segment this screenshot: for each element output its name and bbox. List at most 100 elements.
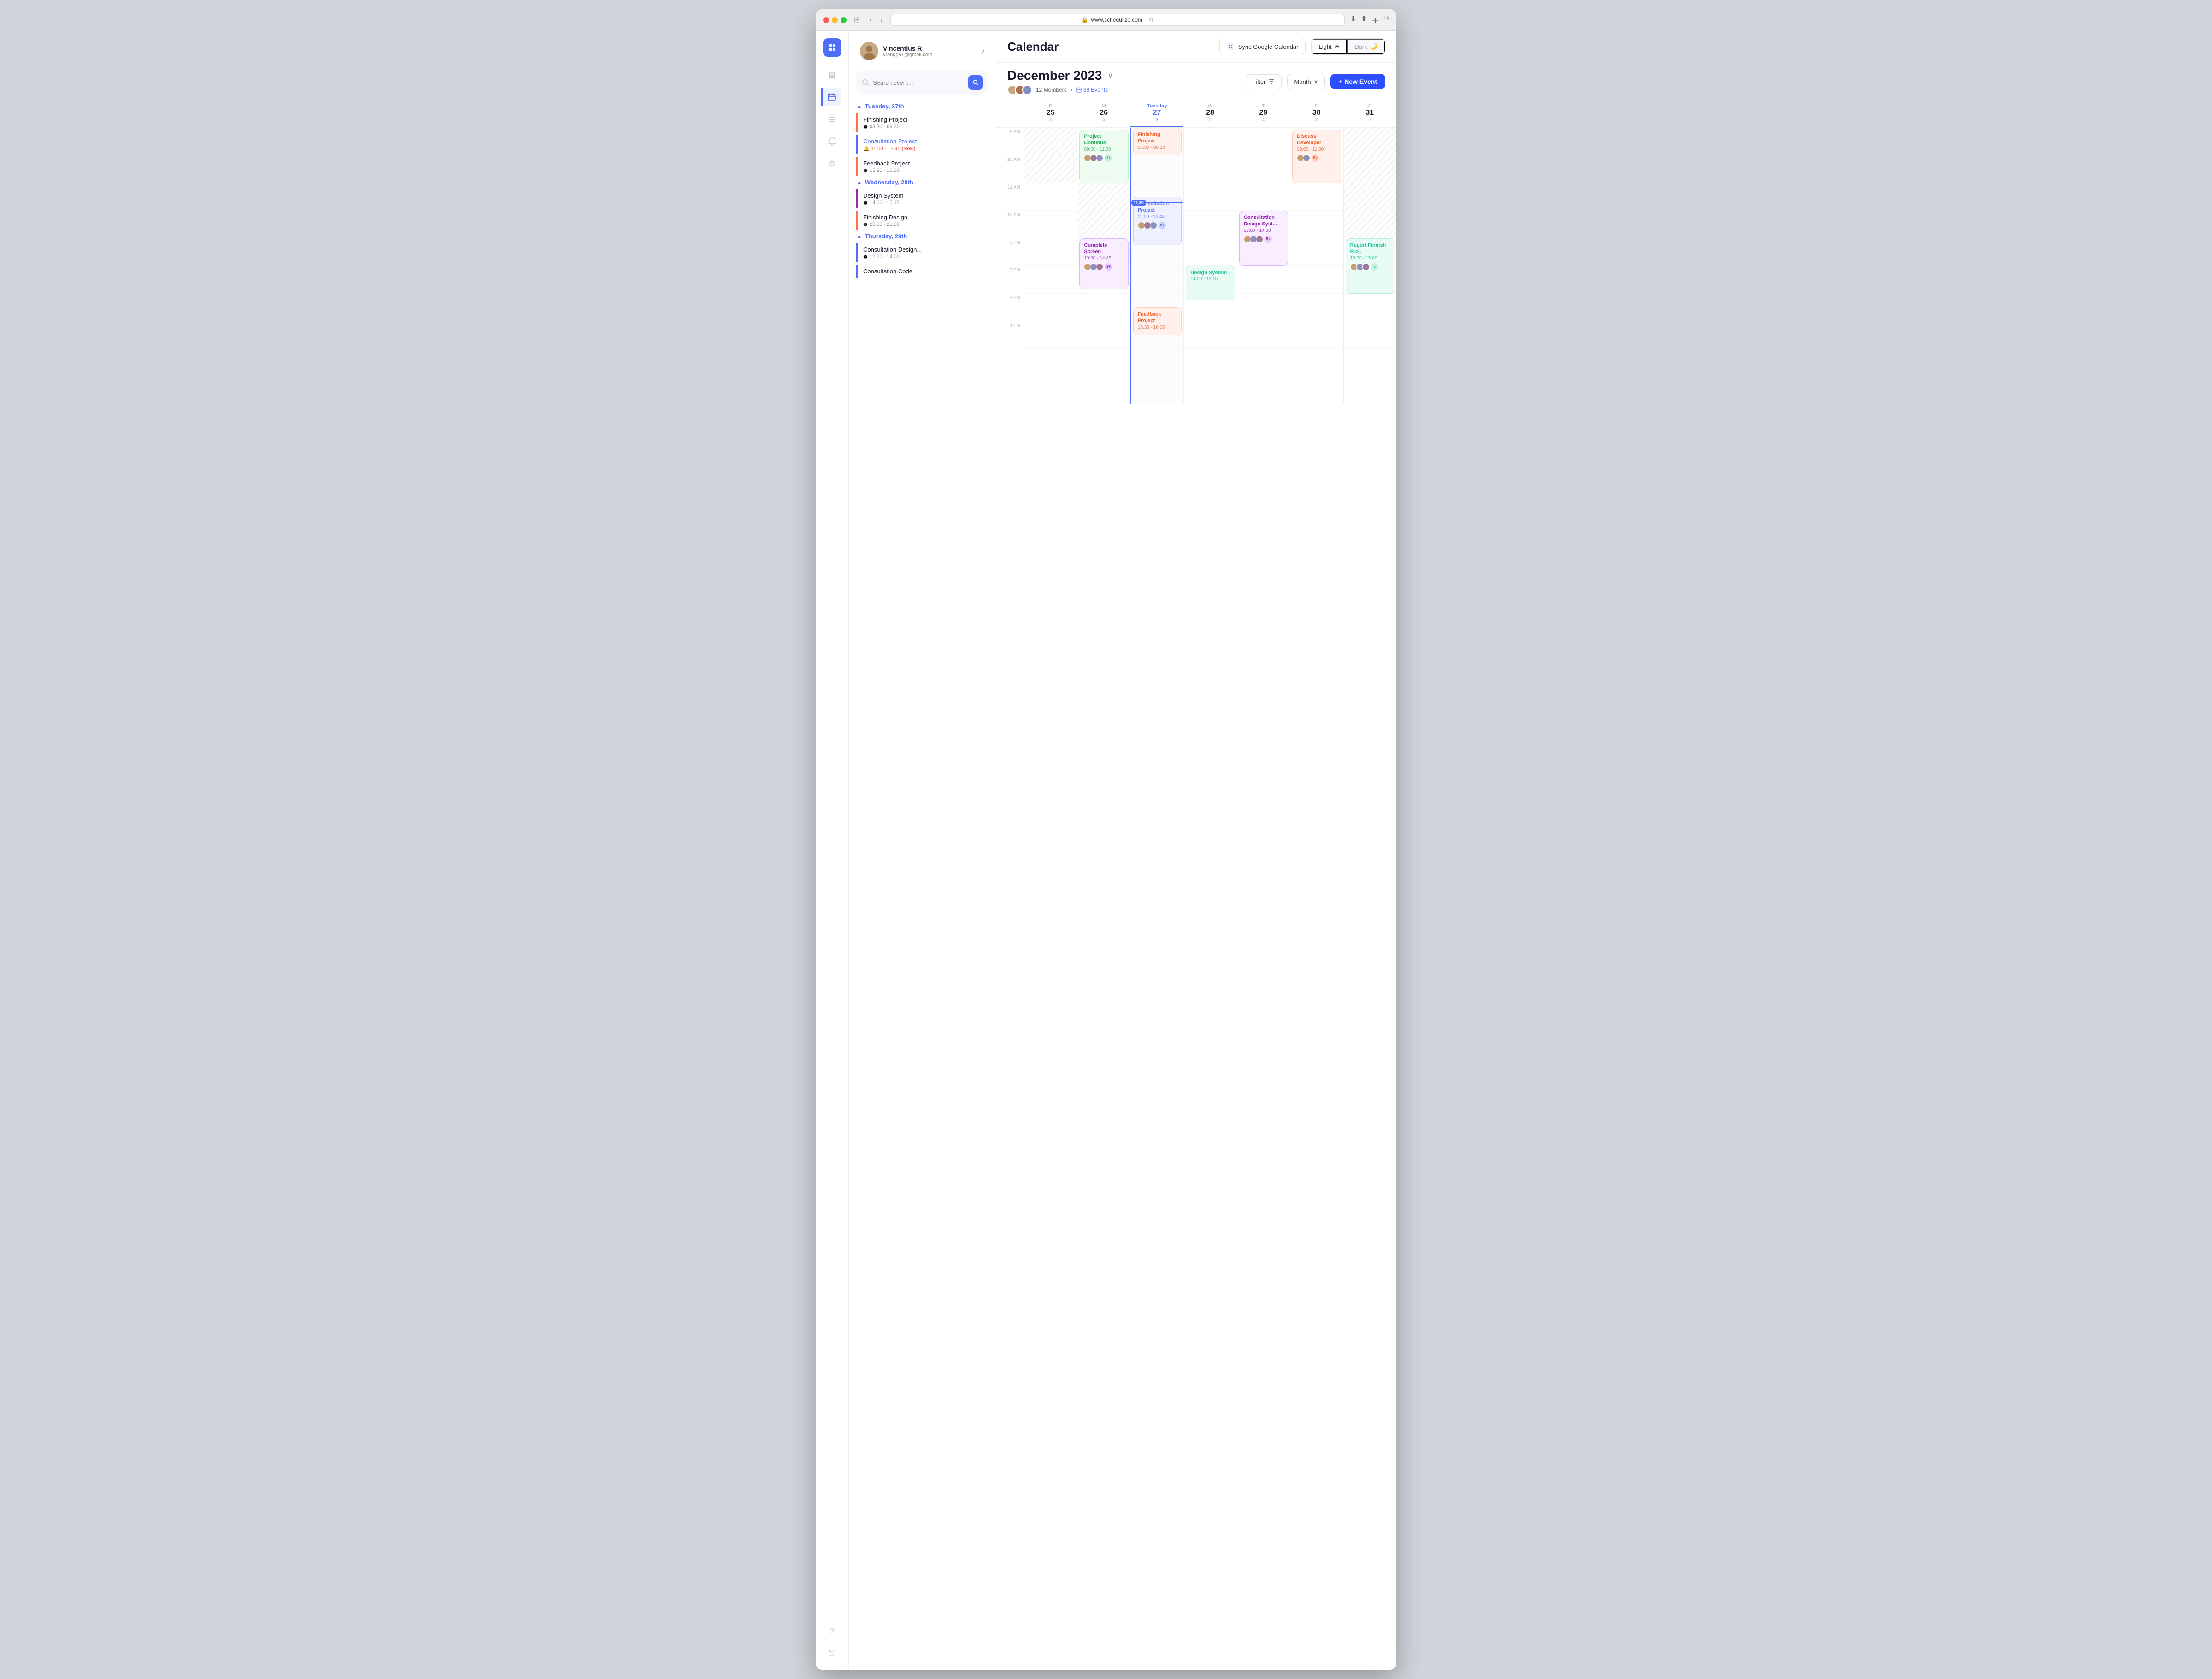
calendar-body[interactable]: 9 AM 10 AM 11 AM 12 AM 1 PM 2 PM 3 PM 4 … <box>996 128 1396 1670</box>
new-tab-icon[interactable]: ＋ <box>1372 14 1379 25</box>
hour-block <box>1024 183 1077 211</box>
day-header-tuesday[interactable]: ▲ Tuesday, 27th <box>856 103 988 110</box>
event-title: Finishing Design <box>863 214 988 221</box>
traffic-lights <box>823 17 847 23</box>
sidebar-event-design-system[interactable]: Design System 14.00 - 15.15 <box>856 189 988 208</box>
user-info: Vincentius R vrangga1@gmail.com <box>883 45 976 58</box>
month-title: December 2023 <box>1007 68 1102 83</box>
event-hours: 14:00 - 15:15 <box>1190 277 1230 282</box>
search-input[interactable] <box>873 79 965 86</box>
day-col-sat25 <box>1024 128 1077 404</box>
sidebar-event-consultation-project[interactable]: Consultation Project 🔔 11.00 - 12.45 (No… <box>856 135 988 154</box>
sidebar-day-group-tuesday: ▲ Tuesday, 27th Finishing Project 08.30 … <box>856 103 988 176</box>
hour-block <box>1344 183 1396 211</box>
col-header-sat25: S 25 3 <box>1024 100 1077 127</box>
event-feedback-project[interactable]: Feedback Project 15.30 - 16.00 <box>1133 307 1182 335</box>
new-event-button[interactable]: + New Event <box>1330 74 1385 89</box>
hour-block <box>1184 128 1236 155</box>
hour-block <box>1344 211 1396 238</box>
hour-block <box>1131 266 1183 294</box>
main-header: Calendar Sync Google Calendar Light ☀ Da… <box>996 31 1396 63</box>
tabs-icon[interactable]: ⧉ <box>1384 14 1389 25</box>
event-title: Consultation Code <box>863 268 988 275</box>
time-label-9am: 9 AM <box>996 128 1024 155</box>
light-theme-button[interactable]: Light ☀ <box>1312 39 1347 54</box>
sun-icon: ☀ <box>1335 43 1340 50</box>
hour-block <box>1184 238 1236 266</box>
event-name: Discuss Developer <box>1297 133 1336 147</box>
event-discuss-developer[interactable]: Discuss Developer 09:00 - 11.00 5+ <box>1292 130 1341 183</box>
header-actions: Sync Google Calendar Light ☀ Dark 🌙 <box>1219 38 1385 55</box>
sidebar-event-consultation-code[interactable]: Consultation Code <box>856 265 988 278</box>
new-event-label: + New Event <box>1339 78 1377 85</box>
day-label-tuesday: Tuesday, 27th <box>865 103 904 110</box>
app-logo[interactable] <box>823 38 841 57</box>
url-bar[interactable]: 🔒 www.schedulize.com ↻ <box>890 14 1345 26</box>
icon-sidebar: ⊞ ⚙ ? ⎋ <box>816 31 849 1670</box>
time-label-12am: 12 AM <box>996 211 1024 238</box>
hour-block <box>1077 294 1130 321</box>
sidebar-toggle-button[interactable]: ⊞ <box>852 14 862 25</box>
event-finishing-project[interactable]: Finishing Project 08.30 - 09.30 <box>1133 128 1182 155</box>
sidebar-event-finishing-project[interactable]: Finishing Project 08.30 - 09.30 <box>856 113 988 132</box>
event-hours: 13:00 - 15:00 <box>1350 256 1390 261</box>
sidebar-item-logout[interactable]: ⎋ <box>823 1644 841 1662</box>
filter-button[interactable]: Filter <box>1246 74 1282 89</box>
share-icon[interactable]: ⬆ <box>1361 14 1367 25</box>
calendar-month-info: December 2023 ∨ 12 Members 3 <box>1007 68 1113 95</box>
search-icon <box>862 79 869 86</box>
event-time: 08.30 - 09.30 <box>863 124 988 130</box>
hour-block <box>1024 211 1077 238</box>
event-consultation-project[interactable]: Consultation Project 11:00 - 12:45 5+ <box>1133 197 1182 245</box>
app-layout: ⊞ ⚙ ? ⎋ Vincentius R <box>816 31 1396 1670</box>
event-title: Finishing Project <box>863 116 988 123</box>
events-count: 38 Events <box>1076 87 1108 93</box>
col-header-tue27: Tuesday 27 3 <box>1130 100 1183 127</box>
sidebar-item-list[interactable] <box>823 110 841 129</box>
sync-label: Sync Google Calendar <box>1238 43 1299 50</box>
search-button[interactable] <box>968 75 983 90</box>
sidebar-item-help[interactable]: ? <box>823 1622 841 1640</box>
forward-button[interactable]: › <box>879 15 885 24</box>
user-profile[interactable]: Vincentius R vrangga1@gmail.com ∨ <box>856 38 988 64</box>
sidebar-event-consultation-design[interactable]: Consultation Design... 12.00 - 14.00 <box>856 243 988 262</box>
hour-block <box>1077 183 1130 211</box>
avatar-count: 5 <box>1371 263 1378 271</box>
time-label-2pm: 2 PM <box>996 266 1024 294</box>
clock-icon <box>863 200 868 205</box>
maximize-button[interactable] <box>841 17 847 23</box>
lock-icon: 🔒 <box>1082 17 1088 23</box>
sidebar-event-finishing-design[interactable]: Finishing Design 20.00 - 21.00 <box>856 211 988 230</box>
event-consultation-design-syst[interactable]: Consultation Design Syst... 12:00 - 14:0… <box>1239 211 1288 266</box>
event-avatars: 5+ <box>1297 154 1336 162</box>
event-design-system-wed[interactable]: Design System 14:00 - 15:15 <box>1186 266 1235 300</box>
day-header-wednesday[interactable]: ▲ Wednesday, 28th <box>856 179 988 186</box>
event-report-finnish[interactable]: Report Finnish Proj. 13:00 - 15:00 5 <box>1346 238 1394 294</box>
time-labels: 9 AM 10 AM 11 AM 12 AM 1 PM 2 PM 3 PM 4 … <box>996 128 1024 404</box>
sidebar-event-feedback-project[interactable]: Feedback Project 15.30 - 16.00 <box>856 157 988 176</box>
close-button[interactable] <box>823 17 829 23</box>
full-calendar: S 25 3 M 26 4 Tuesday 27 3 <box>996 100 1396 1670</box>
sidebar-item-settings[interactable]: ⚙ <box>823 154 841 173</box>
minimize-button[interactable] <box>832 17 838 23</box>
month-dropdown-icon[interactable]: ∨ <box>1107 71 1113 80</box>
avatar-count: 5+ <box>1159 222 1166 229</box>
dark-theme-button[interactable]: Dark 🌙 <box>1347 39 1385 54</box>
month-view-button[interactable]: Month ∨ <box>1287 74 1325 89</box>
day-header-thursday[interactable]: ▲ Thursday, 29th <box>856 233 988 240</box>
sync-google-calendar-button[interactable]: Sync Google Calendar <box>1219 39 1306 54</box>
clock-icon <box>863 168 868 173</box>
sidebar-item-calendar[interactable] <box>821 88 841 106</box>
event-complete-screen[interactable]: Complete Screen 13:00 - 14:45 3+ <box>1079 238 1128 289</box>
avatar <box>860 42 878 60</box>
sidebar-item-grid[interactable]: ⊞ <box>823 66 841 84</box>
hour-block <box>1024 294 1077 321</box>
clock-icon <box>863 124 868 129</box>
download-icon[interactable]: ⬇ <box>1350 14 1356 25</box>
hour-block <box>1237 128 1290 155</box>
event-project-continue[interactable]: Project Continue 09:00 - 11.00 3+ <box>1079 130 1128 183</box>
back-button[interactable]: ‹ <box>867 15 873 24</box>
event-name: Consultation Design Syst... <box>1244 214 1283 228</box>
sidebar-item-bell[interactable] <box>823 132 841 151</box>
profile-chevron-icon[interactable]: ∨ <box>981 48 985 54</box>
